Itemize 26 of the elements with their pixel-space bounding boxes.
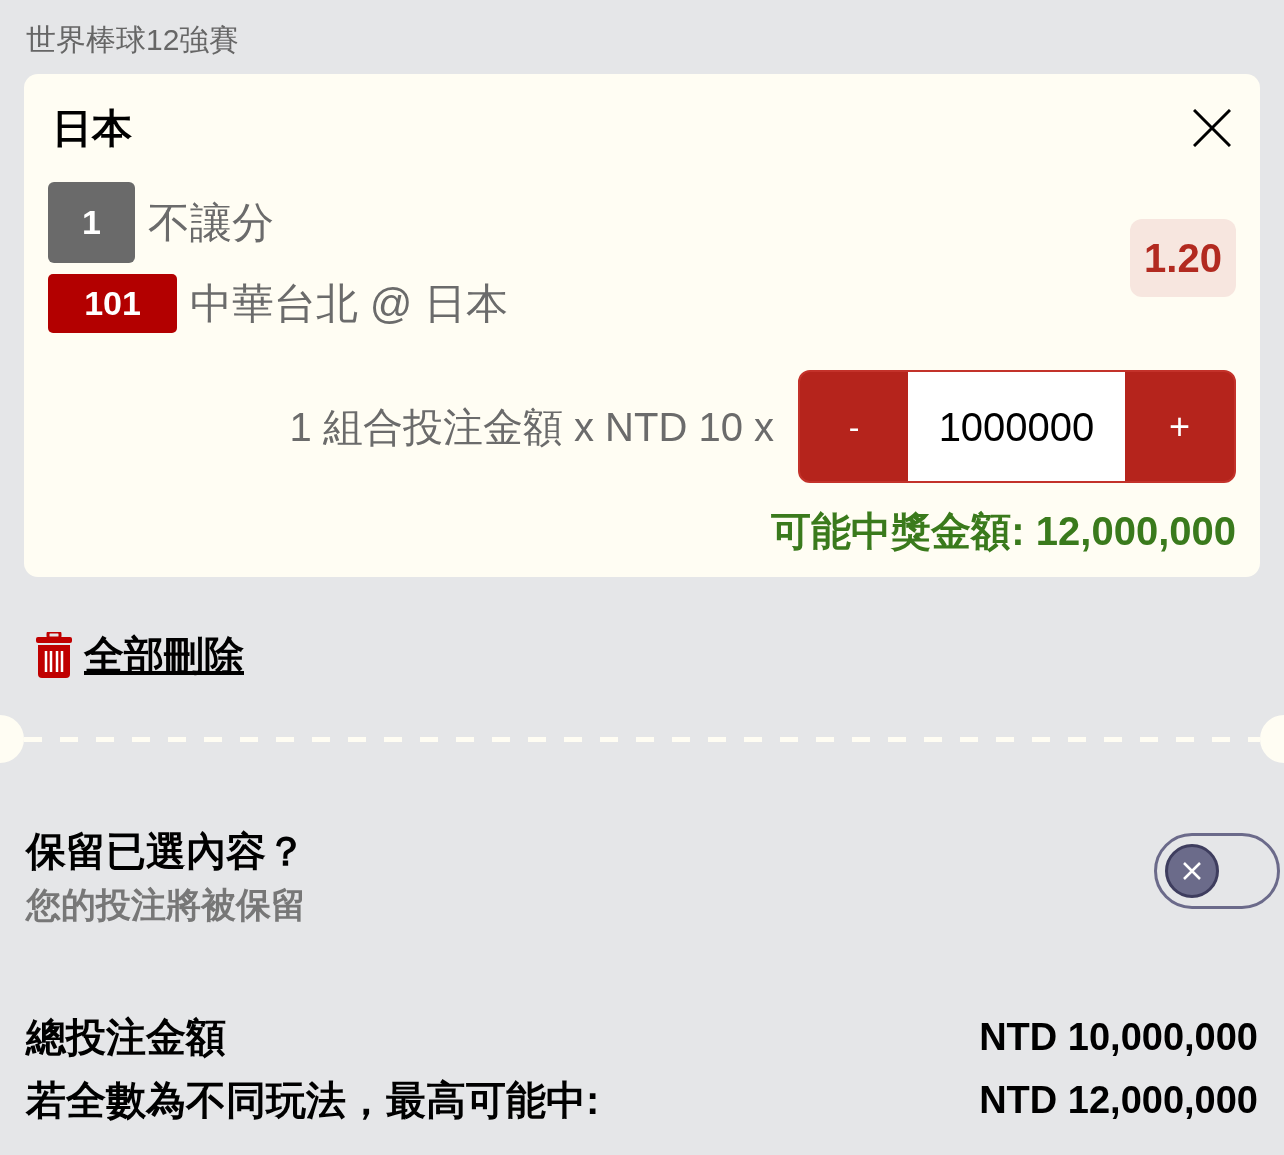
keep-selection-subtitle: 您的投注將被保留 (26, 884, 306, 926)
keep-selection-title: 保留已選內容？ (26, 828, 306, 875)
section-title: 世界棒球12強賽 (26, 22, 241, 58)
plus-button[interactable]: + (1125, 372, 1234, 481)
team-name: 日本 (52, 105, 132, 152)
ticket-notch (0, 715, 24, 763)
summary-value: NTD 10,000,000 (979, 1015, 1258, 1060)
close-button[interactable] (1192, 108, 1232, 148)
trash-icon (36, 632, 72, 678)
market-code-badge: 1 (48, 182, 135, 263)
ticket-notch (1260, 715, 1284, 763)
minus-button[interactable]: - (800, 372, 908, 481)
odds-badge: 1.20 (1130, 218, 1236, 297)
close-icon (1165, 844, 1219, 898)
toggle-switch[interactable] (1154, 833, 1280, 909)
summary-label: 若全數為不同玩法，最高可能中: (26, 1077, 600, 1124)
stake-input[interactable]: 1000000 (908, 372, 1125, 481)
match-code-badge: 101 (48, 274, 177, 333)
delete-all-link[interactable]: 全部刪除 (84, 631, 244, 679)
potential-win: 可能中獎金額: 12,000,000 (771, 508, 1236, 555)
match-label: 中華台北 @ 日本 (190, 278, 508, 329)
close-icon (1193, 109, 1231, 147)
market-label: 不讓分 (148, 197, 274, 248)
stake-label: 1 組合投注金額 x NTD 10 x (289, 403, 774, 451)
summary-value: NTD 12,000,000 (979, 1078, 1258, 1123)
summary-label: 總投注金額 (26, 1014, 226, 1061)
